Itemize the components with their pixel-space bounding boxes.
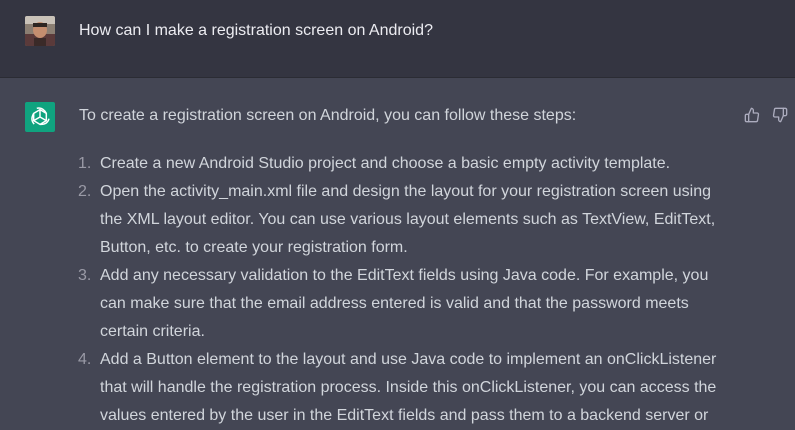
assistant-intro-text: To create a registration screen on Andro… <box>79 107 577 124</box>
user-message-row: How can I make a registration screen on … <box>0 0 795 78</box>
step-text: Button, etc. to create your registration… <box>100 239 408 256</box>
openai-logo-icon <box>25 102 55 132</box>
step-text: Create a new Android Studio project and … <box>100 155 671 172</box>
steps-list: 1. Create a new Android Studio project a… <box>0 150 795 430</box>
step-number: 1. <box>78 155 92 172</box>
thumbs-up-icon[interactable] <box>743 106 761 124</box>
user-message-text: How can I make a registration screen on … <box>79 22 433 39</box>
assistant-message-row: To create a registration screen on Andro… <box>0 78 795 424</box>
step-text: Add a Button element to the layout and u… <box>100 351 717 368</box>
step-text: values entered by the user in the EditTe… <box>100 407 709 424</box>
step-text: that will handle the registration proces… <box>100 379 717 396</box>
feedback-buttons <box>743 106 789 124</box>
step-number: 2. <box>78 183 92 200</box>
list-item: 1. Create a new Android Studio project a… <box>0 150 795 178</box>
step-number: 4. <box>78 351 92 368</box>
thumbs-down-icon[interactable] <box>771 106 789 124</box>
step-text: the XML layout editor. You can use vario… <box>100 211 716 228</box>
step-text: Add any necessary validation to the Edit… <box>100 267 709 284</box>
list-item: 2. Open the activity_main.xml file and d… <box>0 178 795 262</box>
step-text: can make sure that the email address ent… <box>100 295 689 312</box>
step-text: certain criteria. <box>100 323 205 340</box>
user-avatar <box>25 16 55 46</box>
list-item: 3. Add any necessary validation to the E… <box>0 262 795 346</box>
list-item: 4. Add a Button element to the layout an… <box>0 346 795 430</box>
step-text: Open the activity_main.xml file and desi… <box>100 183 711 200</box>
step-number: 3. <box>78 267 92 284</box>
